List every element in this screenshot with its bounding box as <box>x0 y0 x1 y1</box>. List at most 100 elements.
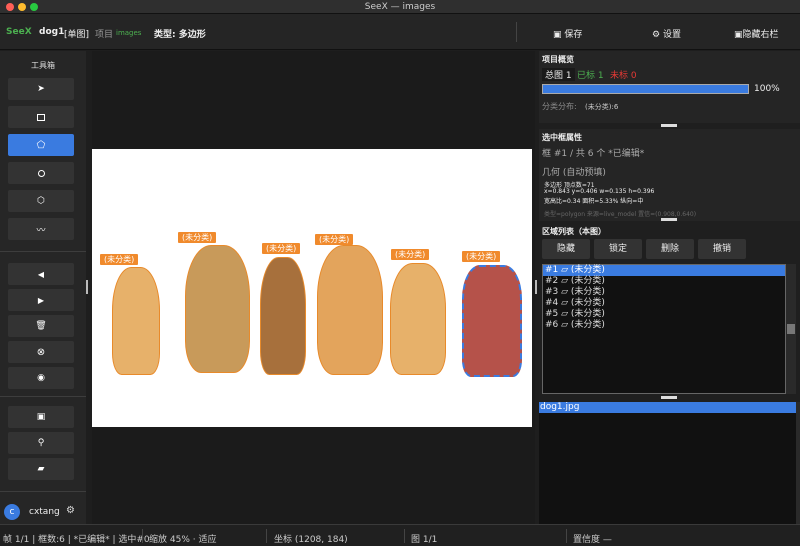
pentagon-icon: ⬠ <box>36 139 46 151</box>
selected-title: 选中框属性 <box>542 133 582 142</box>
image-status: 图 1/1 <box>411 535 438 545</box>
overview-section: 项目概览 总图 1 已标 1 未标 0 100% 分类分布: (未分类):6 <box>539 51 800 127</box>
left-toolbox: 工具箱 ➤ ⬠ ⬡ 〰 ◀ ▶ 🗑 ⊗ ◉ ▣ ⚲ ▰ c cxtang ⚙ <box>0 51 86 524</box>
previous-button[interactable]: ◀ <box>8 263 74 285</box>
file-list[interactable]: dog1.jpg <box>539 402 796 524</box>
list-item[interactable]: #1 ▱ (未分类) <box>543 265 785 276</box>
selected-box-section: 选中框属性 框 #1 / 共 6 个 *已编辑* 几何 (自动预填) 多边形 顶… <box>539 129 800 221</box>
dog-region-1[interactable] <box>112 267 160 375</box>
close-window-button[interactable] <box>6 3 14 11</box>
undo-button[interactable]: 撤销 <box>698 239 746 259</box>
geometry-line-3: 宽高比=0.34 面积=5.33% 纵向=中 <box>544 198 644 205</box>
gear-icon: ⚙ <box>652 30 663 40</box>
rectangle-tool-button[interactable] <box>8 106 74 128</box>
image-display[interactable]: (未分类) (未分类) (未分类) (未分类) (未分类) (未分类) <box>92 149 532 427</box>
dog-region-6-selected[interactable] <box>462 265 522 377</box>
circle-x-icon: ⊗ <box>36 346 46 358</box>
left-splitter[interactable] <box>86 280 88 294</box>
floppy-icon: ▣ <box>36 412 46 422</box>
view-mode: [单图] <box>64 30 90 40</box>
region-label-tag: (未分类) <box>100 254 139 265</box>
section-resize-handle[interactable] <box>661 218 677 221</box>
dog-region-5[interactable] <box>390 263 446 375</box>
toolbox-title: 工具箱 <box>31 61 55 70</box>
select-tool-button[interactable]: ➤ <box>8 78 74 100</box>
geometry-line-2: x=0.843 y=0.406 w=0.135 h=0.396 <box>544 188 655 195</box>
list-item[interactable]: #6 ▱ (未分类) <box>543 320 785 331</box>
region-list[interactable]: #1 ▱ (未分类) #2 ▱ (未分类) #3 ▱ (未分类) #4 ▱ (未… <box>542 264 786 394</box>
image-canvas[interactable]: (未分类) (未分类) (未分类) (未分类) (未分类) (未分类) <box>92 51 535 524</box>
hexagon-tool-button[interactable]: ⬡ <box>8 190 74 212</box>
zoom-tool-button[interactable]: ⚲ <box>8 432 74 454</box>
confidence-status: 置信度 — <box>573 535 612 545</box>
section-resize-handle[interactable] <box>661 396 677 399</box>
tab-total[interactable]: 总图 1 <box>542 68 575 81</box>
file-item[interactable]: dog1.jpg <box>539 402 796 413</box>
title-bar: SeeX — images <box>0 0 800 14</box>
status-bar: 帧 1/1 | 框数:6 | *已编辑* | 选中#0 缩放 45% · 适应 … <box>0 524 800 546</box>
progress-percent: 100% <box>754 84 780 94</box>
settings-button[interactable]: ⚙ 设置 <box>652 27 681 40</box>
scroll-thumb[interactable] <box>787 324 795 334</box>
divider <box>566 529 567 543</box>
circle-tool-button[interactable] <box>8 162 74 184</box>
save-tool-button[interactable]: ▣ <box>8 406 74 428</box>
geometry-title: 几何 (自动预填) <box>542 168 606 178</box>
minimize-window-button[interactable] <box>18 3 26 11</box>
divider <box>0 396 86 397</box>
polyline-icon: 〰 <box>36 225 46 236</box>
polygon-tool-button[interactable]: ⬠ <box>8 134 74 156</box>
save-button[interactable]: ▣ 保存 <box>553 27 582 40</box>
list-item[interactable]: #3 ▱ (未分类) <box>543 287 785 298</box>
right-panel: 项目概览 总图 1 已标 1 未标 0 100% 分类分布: (未分类):6 选… <box>539 51 800 524</box>
hide-region-button[interactable]: 隐藏 <box>542 239 590 259</box>
region-label-tag: (未分类) <box>262 243 301 254</box>
tab-unlabeled[interactable]: 未标 0 <box>610 68 637 81</box>
lock-region-button[interactable]: 锁定 <box>594 239 642 259</box>
distribution-label: 分类分布: <box>542 102 577 111</box>
next-button[interactable]: ▶ <box>8 289 74 311</box>
dog-region-2[interactable] <box>185 245 250 373</box>
right-splitter[interactable] <box>535 280 537 294</box>
list-item[interactable]: #4 ▱ (未分类) <box>543 298 785 309</box>
polyline-tool-button[interactable]: 〰 <box>8 218 74 240</box>
zoom-window-button[interactable] <box>30 3 38 11</box>
user-settings-icon[interactable]: ⚙ <box>66 505 75 516</box>
avatar[interactable]: c <box>4 504 20 520</box>
project-label: 项目 <box>95 30 114 40</box>
coordinate-status: 坐标 (1208, 184) <box>274 535 348 545</box>
dog-region-4[interactable] <box>317 245 383 375</box>
user-name: cxtang <box>29 507 60 517</box>
rectangle-icon <box>37 113 45 121</box>
delete-button[interactable]: 🗑 <box>8 315 74 337</box>
project-name: images <box>116 29 142 37</box>
visibility-button[interactable]: ◉ <box>8 367 74 389</box>
list-item[interactable]: #2 ▱ (未分类) <box>543 276 785 287</box>
zoom-status: 缩放 45% · 适应 <box>149 535 217 545</box>
toolbar-divider <box>516 22 517 42</box>
overview-title: 项目概览 <box>542 55 574 64</box>
region-label-tag: (未分类) <box>462 251 501 262</box>
tab-labeled[interactable]: 已标 1 <box>577 68 604 81</box>
region-label-tag: (未分类) <box>178 232 217 243</box>
file-list-scrollbar[interactable] <box>796 402 800 524</box>
delete-region-button[interactable]: 删除 <box>646 239 694 259</box>
window-title: SeeX — images <box>364 2 436 12</box>
dog-region-3[interactable] <box>260 257 306 375</box>
list-item[interactable]: #5 ▱ (未分类) <box>543 309 785 320</box>
export-tool-button[interactable]: ▰ <box>8 458 74 480</box>
progress-fill <box>543 85 748 93</box>
region-list-scrollbar[interactable] <box>786 264 796 394</box>
geometry-meta: 类型=polygon 来源=live_model 置信=(0.908,0.640… <box>544 211 697 218</box>
divider <box>0 491 86 492</box>
hide-right-panel-button[interactable]: ▣隐藏右栏 <box>734 27 779 40</box>
section-resize-handle[interactable] <box>661 124 677 127</box>
progress-bar <box>542 84 749 94</box>
triangle-right-icon: ▶ <box>37 295 45 305</box>
region-label-tag: (未分类) <box>391 249 430 260</box>
triangle-left-icon: ◀ <box>37 269 45 279</box>
regions-title: 区域列表（本图） <box>542 227 606 236</box>
file-name: dog1 <box>39 27 65 37</box>
briefcase-icon: ▰ <box>37 464 45 474</box>
clear-button[interactable]: ⊗ <box>8 341 74 363</box>
